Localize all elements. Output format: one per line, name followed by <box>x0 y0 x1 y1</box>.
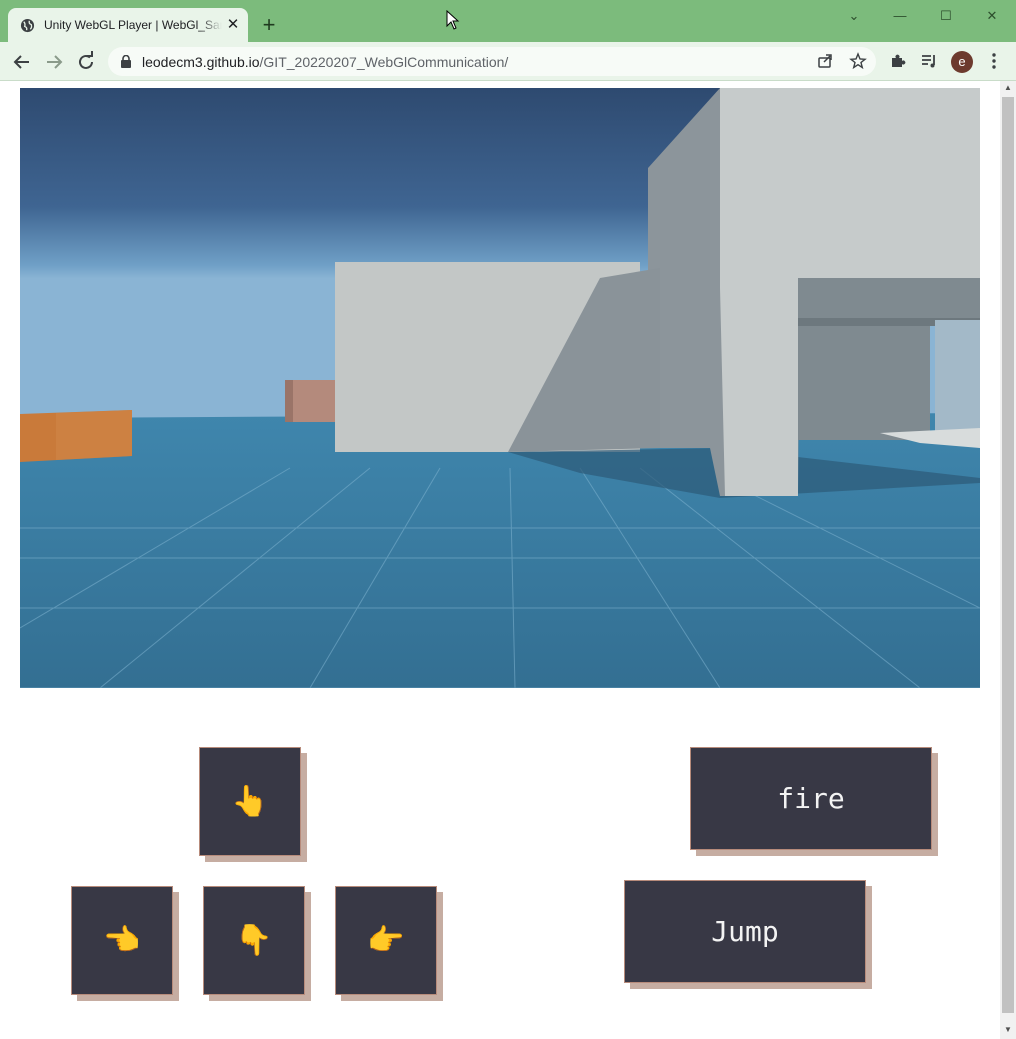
extensions-puzzle-icon[interactable] <box>889 52 907 70</box>
browser-title-bar: Unity WebGL Player | WebGl_Sam ✕ + ⌄ — ☐… <box>0 0 1016 43</box>
pointing-left-icon: 👈 <box>103 923 141 958</box>
address-bar[interactable]: leodecm3.github.io/GIT_20220207_WebGlCom… <box>108 47 876 76</box>
browser-tab-active[interactable]: Unity WebGL Player | WebGl_Sam ✕ <box>8 8 248 43</box>
pointing-right-icon: 👉 <box>367 923 405 958</box>
down-button[interactable]: 👇 <box>203 886 305 995</box>
scroll-down-arrow-icon[interactable]: ▼ <box>1000 1023 1016 1037</box>
forward-arrow-icon[interactable] <box>42 50 66 74</box>
new-tab-button[interactable]: + <box>258 14 280 36</box>
jump-button[interactable]: Jump <box>624 880 866 983</box>
reload-icon[interactable] <box>74 50 98 74</box>
maximize-button[interactable]: ☐ <box>926 4 966 28</box>
left-button[interactable]: 👈 <box>71 886 173 995</box>
tab-title: Unity WebGL Player | WebGl_Sam <box>44 18 222 34</box>
right-button[interactable]: 👉 <box>335 886 437 995</box>
close-window-button[interactable]: ✕ <box>972 4 1012 28</box>
globe-icon <box>20 18 35 33</box>
scroll-thumb[interactable] <box>1002 97 1014 1013</box>
tab-close-icon[interactable]: ✕ <box>225 17 241 33</box>
pointing-down-icon: 👇 <box>235 923 273 958</box>
pointing-up-icon: 👆 <box>231 784 269 819</box>
unity-game-canvas[interactable] <box>20 88 980 688</box>
url-host: leodecm3.github.io <box>142 54 260 70</box>
jump-button-label: Jump <box>711 915 779 948</box>
page-scrollbar[interactable]: ▲ ▼ <box>1000 81 1016 1039</box>
minimize-button[interactable]: — <box>880 4 920 28</box>
bookmark-star-icon[interactable] <box>849 52 867 70</box>
url-text: leodecm3.github.io/GIT_20220207_WebGlCom… <box>142 54 662 70</box>
fire-button[interactable]: fire <box>690 747 932 850</box>
fire-button-label: fire <box>777 782 845 815</box>
scroll-up-arrow-icon[interactable]: ▲ <box>1000 81 1016 95</box>
lock-icon[interactable] <box>120 55 132 68</box>
tab-search-icon[interactable]: ⌄ <box>834 4 874 28</box>
menu-kebab-icon[interactable] <box>985 52 1003 70</box>
profile-avatar[interactable]: e <box>951 51 973 73</box>
media-control-icon[interactable] <box>920 52 938 70</box>
share-icon[interactable] <box>816 52 834 70</box>
mouse-cursor-icon <box>446 10 460 30</box>
page-content: 👆 👈 👇 👉 fire Jump <box>0 81 1000 1039</box>
url-path: /GIT_20220207_WebGlCommunication/ <box>259 54 509 70</box>
browser-toolbar: leodecm3.github.io/GIT_20220207_WebGlCom… <box>0 42 1016 81</box>
back-arrow-icon[interactable] <box>10 50 34 74</box>
up-button[interactable]: 👆 <box>199 747 301 856</box>
